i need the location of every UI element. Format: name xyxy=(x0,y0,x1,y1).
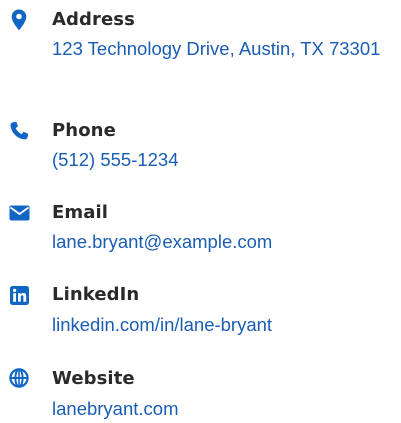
globe-icon xyxy=(8,367,30,389)
phone-number-link[interactable]: (512) 555-1234 xyxy=(52,146,397,174)
website-link[interactable]: lanebryant.com xyxy=(52,395,397,423)
map-pin-icon xyxy=(8,9,30,31)
contact-label-phone: Phone xyxy=(52,120,116,141)
address-text: 123 Technology Drive, Austin, TX 73301 xyxy=(52,38,381,59)
contact-label-email: Email xyxy=(52,202,109,223)
phone-icon xyxy=(8,120,30,142)
contact-label-website: Website xyxy=(52,368,135,389)
linkedin-link[interactable]: linkedin.com/in/lane-bryant xyxy=(52,311,397,339)
email-link[interactable]: lane.bryant@example.com xyxy=(52,228,397,256)
contact-label-address: Address xyxy=(52,9,135,30)
envelope-icon xyxy=(8,202,30,224)
linkedin-icon xyxy=(8,284,30,306)
contact-label-linkedin: LinkedIn xyxy=(52,284,140,305)
